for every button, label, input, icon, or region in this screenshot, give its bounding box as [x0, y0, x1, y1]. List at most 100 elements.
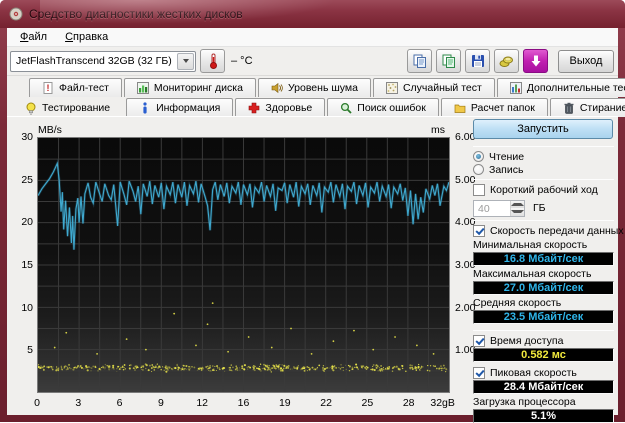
speed-chart: [38, 138, 449, 392]
radio-selected-icon: [473, 151, 484, 162]
tab-row-top: ! Файл-тест Мониторинг диска Уровень шум…: [29, 78, 625, 97]
short-stroke-checkbox[interactable]: Короткий рабочий ход: [473, 183, 614, 196]
disk-monitor-icon: [137, 82, 149, 94]
size-row: 40 ГБ: [473, 199, 614, 217]
min-speed-value: 16.8 Мбайт/сек: [473, 252, 614, 266]
y-left-tick: 15: [21, 259, 33, 271]
speaker-icon: [271, 82, 283, 94]
random-dots-icon: [386, 82, 398, 94]
menu-help[interactable]: Справка: [57, 29, 116, 45]
checkbox-unchecked-icon: [473, 184, 485, 196]
exit-button[interactable]: Выход: [558, 50, 614, 73]
search-icon: [340, 102, 352, 114]
start-button[interactable]: Запустить: [473, 119, 613, 139]
tab-folder-size[interactable]: Расчет папок: [441, 98, 548, 117]
temperature-value: – °C: [231, 55, 253, 67]
tab-disk-monitoring[interactable]: Мониторинг диска: [124, 78, 256, 97]
health-cross-icon: [248, 102, 260, 114]
download-button[interactable]: [523, 49, 548, 73]
donate-button[interactable]: [494, 49, 519, 73]
tab-label: Информация: [156, 102, 220, 114]
left-axis-unit: MB/s: [38, 124, 62, 136]
extra-tests-icon: [510, 82, 522, 94]
spinner-up-icon: [511, 201, 524, 209]
tab-label: Здоровье: [265, 102, 312, 114]
radio-write-label: Запись: [489, 164, 523, 176]
right-axis-unit: ms: [431, 124, 445, 136]
control-panel: Запустить Чтение Запись Короткий рабочий…: [465, 117, 618, 416]
separator: [473, 330, 614, 331]
separator: [473, 220, 614, 221]
y-left-tick: 20: [21, 216, 33, 228]
tab-additional-tests[interactable]: Дополнительные тесты: [497, 78, 625, 97]
app-disk-icon: [9, 7, 23, 21]
transfer-speed-checkbox[interactable]: Скорость передачи данных: [473, 224, 614, 237]
drive-select-value: JetFlashTranscend 32GB (32 ГБ): [11, 55, 177, 67]
tab-label: Тестирование: [42, 102, 110, 114]
tab-label: Расчет папок: [471, 102, 535, 114]
copy-pages-icon: [442, 54, 456, 68]
cpu-usage-value: 5.1%: [473, 409, 614, 423]
tab-random-test[interactable]: Случайный тест: [373, 78, 495, 97]
lightbulb-icon: [25, 102, 37, 114]
x-tick: 25: [362, 397, 374, 409]
tab-label: Мониторинг диска: [154, 82, 243, 94]
trash-icon: [563, 102, 575, 114]
checkbox-checked-icon: [473, 335, 485, 347]
tab-row-bottom: Тестирование Информация Здоровье Поиск о…: [13, 97, 625, 117]
svg-text:!: !: [47, 83, 50, 93]
max-speed-value: 27.0 Мбайт/сек: [473, 281, 614, 295]
avg-speed-value: 23.5 Мбайт/сек: [473, 310, 614, 324]
tab-file-test[interactable]: ! Файл-тест: [29, 78, 122, 97]
short-stroke-label: Короткий рабочий ход: [490, 184, 598, 196]
tab-testing[interactable]: Тестирование: [13, 98, 124, 117]
thermometer-icon: [207, 53, 219, 69]
access-time-value: 0.582 мс: [473, 348, 614, 362]
size-unit-label: ГБ: [533, 202, 546, 214]
size-value: 40: [474, 201, 510, 216]
client-area: Файл Справка JetFlashTranscend 32GB (32 …: [7, 28, 618, 415]
tab-label: Уровень шума: [288, 82, 358, 94]
menu-file[interactable]: Файл: [12, 29, 55, 45]
x-tick: 12: [196, 397, 208, 409]
transfer-speed-label: Скорость передачи данных: [490, 225, 624, 237]
tab-noise-level[interactable]: Уровень шума: [258, 78, 371, 97]
y-left-tick: 30: [21, 131, 33, 143]
tab-health[interactable]: Здоровье: [235, 98, 325, 117]
exclamation-icon: !: [42, 82, 54, 94]
toolbar: JetFlashTranscend 32GB (32 ГБ) – °C: [7, 47, 618, 76]
testing-page: MB/s ms 302520151056.005.004.003.002.001…: [7, 116, 618, 415]
radio-read[interactable]: Чтение: [473, 150, 614, 163]
tab-erase[interactable]: Стирание: [550, 98, 625, 117]
chevron-down-icon[interactable]: [177, 53, 194, 70]
spinner-buttons[interactable]: [510, 201, 524, 216]
temperature-button[interactable]: [200, 49, 225, 73]
cpu-usage-label: Загрузка процессора: [473, 396, 614, 408]
drive-select[interactable]: JetFlashTranscend 32GB (32 ГБ): [10, 51, 196, 72]
burst-speed-checkbox[interactable]: Пиковая скорость: [473, 366, 614, 379]
copy-report-button[interactable]: [436, 49, 461, 73]
y-left-tick: 25: [21, 174, 33, 186]
y-left-tick: 10: [21, 302, 33, 314]
copy-button[interactable]: [407, 49, 432, 73]
checkbox-checked-icon: [473, 367, 485, 379]
access-time-label: Время доступа: [490, 335, 563, 347]
access-time-checkbox[interactable]: Время доступа: [473, 334, 614, 347]
tab-error-scan[interactable]: Поиск ошибок: [327, 98, 439, 117]
radio-read-label: Чтение: [489, 151, 524, 163]
radio-write[interactable]: Запись: [473, 163, 614, 176]
x-tick: 22: [320, 397, 332, 409]
size-input[interactable]: 40: [473, 200, 525, 217]
copy-icon: [413, 54, 427, 68]
x-tick: 6: [117, 397, 123, 409]
titlebar[interactable]: Средство диагностики жестких дисков: [0, 0, 625, 28]
min-speed-label: Минимальная скорость: [473, 239, 614, 251]
folder-icon: [454, 102, 466, 114]
separator: [473, 179, 614, 180]
save-button[interactable]: [465, 49, 490, 73]
app-window: Средство диагностики жестких дисков Файл…: [0, 0, 625, 422]
x-tick: 9: [158, 397, 164, 409]
coins-icon: [499, 54, 514, 68]
tab-information[interactable]: Информация: [126, 98, 233, 117]
y-left-tick: 5: [27, 344, 33, 356]
